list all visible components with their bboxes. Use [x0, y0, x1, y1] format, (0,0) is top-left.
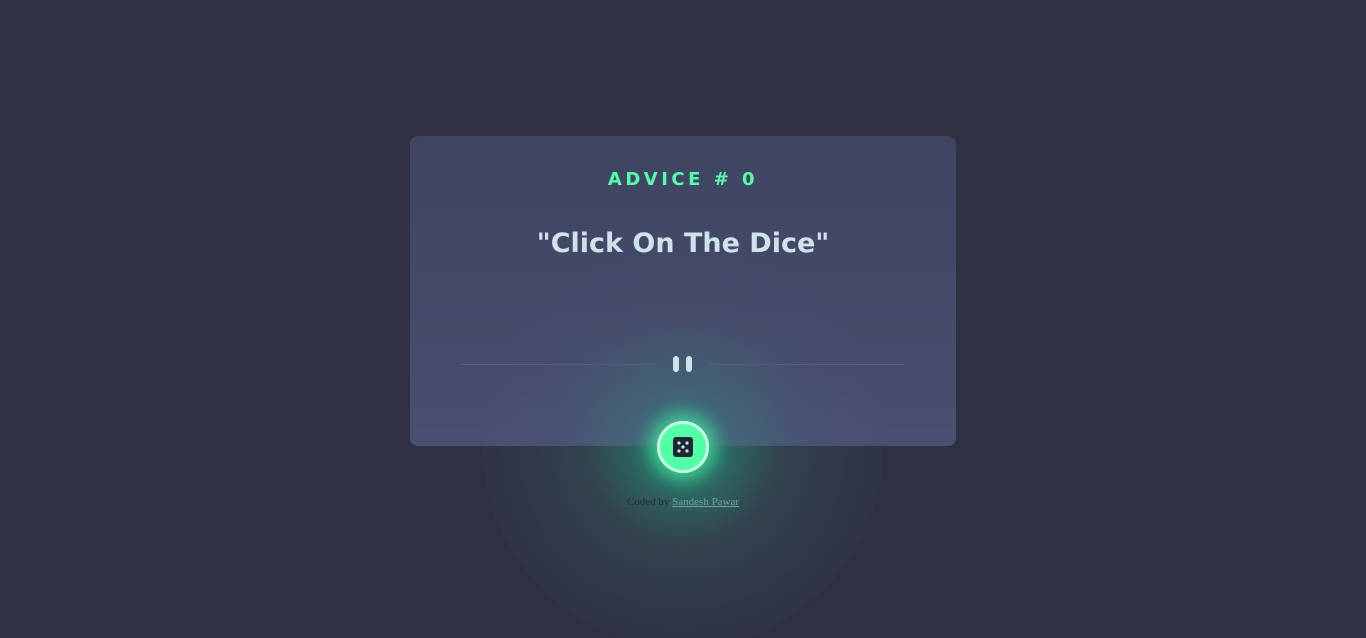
dice-button[interactable]: [657, 421, 709, 473]
author-link[interactable]: Sandesh Pawar: [672, 496, 739, 508]
attribution: Coded by Sandesh Pawar: [0, 495, 1366, 509]
advice-number: ADVICE # 0: [607, 169, 759, 190]
divider-line-left: [461, 364, 655, 365]
advice-quote: "Click On The Dice": [536, 228, 830, 259]
pause-icon-left-bar: [673, 356, 679, 372]
dice-icon: [673, 437, 693, 457]
page: ADVICE # 0 "Click On The Dice" Coded by …: [0, 0, 1366, 638]
attribution-prefix: Coded by: [626, 496, 670, 508]
pause-icon-right-bar: [686, 356, 692, 372]
divider-line-right: [709, 364, 904, 365]
